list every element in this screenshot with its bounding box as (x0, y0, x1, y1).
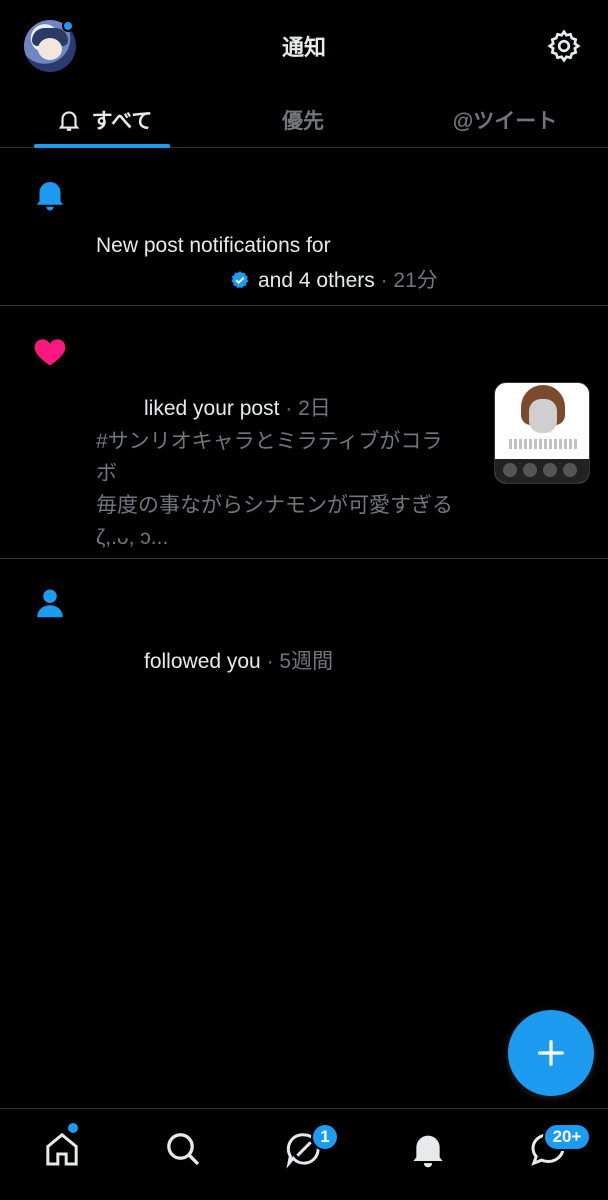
post-line: 毎度の事ながらシナモンが可愛すぎる (96, 494, 453, 517)
notification-like[interactable]: liked your post · 2日 #サンリオキャラとミラティブがコラ ボ… (0, 306, 608, 559)
person-icon (37, 589, 63, 618)
heart-icon (34, 339, 66, 366)
notification-text: liked your post · 2日 (144, 392, 331, 422)
timestamp: · 2日 (285, 397, 331, 420)
home-icon[interactable] (42, 1129, 82, 1169)
bell-icon (36, 182, 64, 211)
others-count: and 4 others (258, 269, 375, 292)
tab-all-label: すべて (91, 110, 153, 133)
plus-icon (538, 1040, 564, 1066)
notification-text: followed you · 5週間 (144, 645, 333, 675)
compose-button[interactable] (508, 1010, 594, 1096)
spaces-badge: 1 (311, 1123, 339, 1151)
timestamp: · 21分 (380, 269, 438, 292)
bell-outline-icon (58, 111, 79, 131)
gear-icon[interactable] (546, 28, 582, 64)
like-action: liked your post (144, 397, 280, 420)
bell-icon[interactable] (408, 1129, 448, 1169)
header: 通知 (0, 0, 608, 92)
timestamp: · 5週間 (266, 650, 334, 673)
tab-mentions[interactable]: @ツイート (420, 92, 590, 148)
post-line: ボ (96, 462, 117, 485)
post-thumbnail[interactable] (494, 382, 590, 484)
thumbnail-dots (503, 463, 577, 477)
search-icon[interactable] (163, 1129, 203, 1169)
notification-text-line2: and 4 others · 21分 (230, 264, 438, 294)
follow-action: followed you (144, 650, 261, 673)
notification-follow[interactable]: followed you · 5週間 (0, 559, 608, 699)
notification-text: New post notifications for (96, 234, 331, 257)
thumbnail-text (509, 439, 579, 449)
tab-all[interactable]: すべて (20, 92, 188, 148)
post-line: ζ,.ᴗ, ɔ... (96, 526, 169, 549)
notification-new-post[interactable]: New post notifications for and 4 others … (0, 148, 608, 306)
tab-priority-label: 優先 (282, 110, 324, 133)
bottom-navigation: 1 20+ (0, 1108, 608, 1200)
notification-tabs: すべて 優先 @ツイート (0, 92, 608, 148)
messages-badge: 20+ (543, 1123, 591, 1151)
tab-mentions-label: @ツイート (452, 110, 558, 133)
verified-badge-icon (231, 271, 249, 289)
page-title: 通知 (281, 35, 326, 60)
post-preview: #サンリオキャラとミラティブがコラ ボ 毎度の事ながらシナモンが可愛すぎる ζ,… (96, 426, 476, 554)
post-line: #サンリオキャラとミラティブがコラ (96, 430, 443, 453)
thumbnail-face (529, 399, 557, 433)
tab-priority[interactable]: 優先 (218, 92, 388, 148)
home-notification-dot (68, 1123, 78, 1133)
